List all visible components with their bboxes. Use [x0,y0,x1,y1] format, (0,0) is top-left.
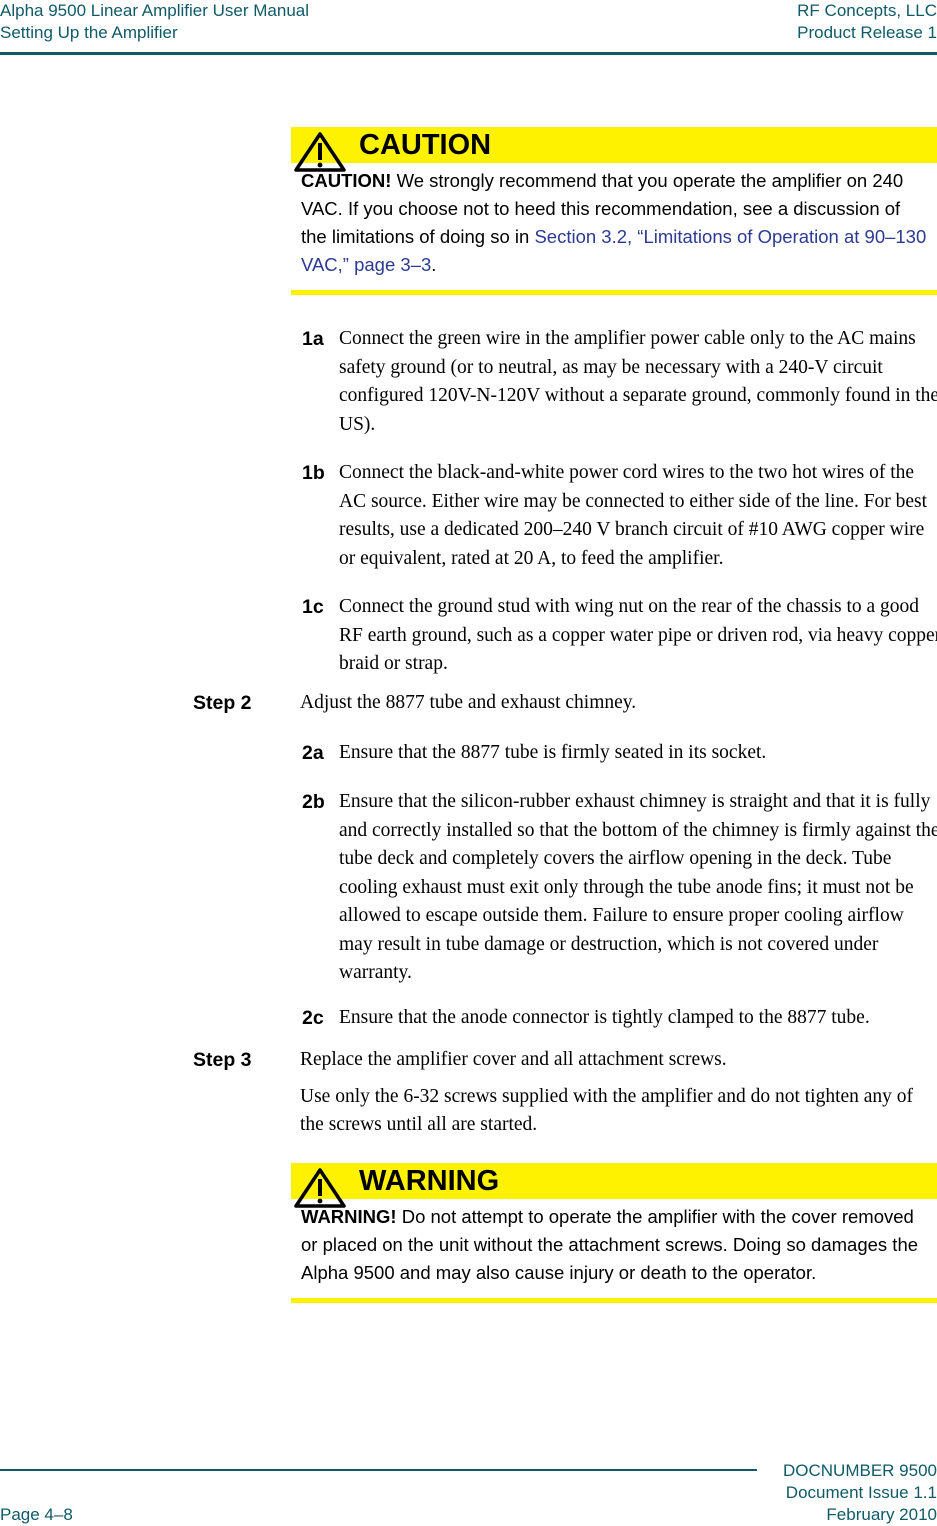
caution-lead: CAUTION! [301,170,392,191]
substep-number: 1a [302,328,324,350]
substep-text: Connect the green wire in the amplifier … [339,328,937,435]
doc-number: DOCNUMBER 9500 [783,1461,937,1480]
substep-text: Connect the ground stud with wing nut on… [339,596,937,674]
substep-1c: 1c Connect the ground stud with wing nut… [302,593,937,679]
substep-text: Connect the black-and-white power cord w… [339,462,928,569]
warning-title: WARNING [359,1165,500,1197]
substep-number: 2a [302,742,324,764]
substep-text: Ensure that the 8877 tube is firmly seat… [339,742,767,763]
caution-title: CAUTION [359,129,492,161]
footer-divider [0,1469,757,1471]
substep-number: 1b [302,462,325,484]
step-3: Step 3 Replace the amplifier cover and a… [193,1046,937,1148]
caution-bottom-rule [291,290,937,295]
warning-triangle-icon [294,1168,346,1208]
running-header-right: RF Concepts, LLC Product Release 1 [797,0,937,44]
caution-notice: CAUTION CAUTION! We strongly recommend t… [291,127,937,295]
substep-number: 2c [302,1007,324,1029]
warning-banner: WARNING [291,1163,937,1208]
step-label: Step 2 [193,692,252,714]
substep-1a: 1a Connect the green wire in the amplifi… [302,325,937,439]
caution-text: CAUTION! We strongly recommend that you … [301,170,927,275]
substep-2c: 2c Ensure that the anode connector is ti… [302,1004,937,1033]
substep-1b: 1b Connect the black-and-white power cor… [302,459,937,573]
substep-number: 1c [302,596,324,618]
footer-right: DOCNUMBER 9500 Document Issue 1.1 Februa… [783,1460,937,1526]
caution-banner: CAUTION [291,127,937,172]
manual-title: Alpha 9500 Linear Amplifier User Manual [0,1,310,20]
substep-text: Ensure that the anode connector is tight… [339,1007,870,1028]
page-number: Page 4–8 [0,1505,73,1524]
warning-bottom-rule [291,1298,937,1303]
substep-number: 2b [302,791,325,813]
step-text: Adjust the 8877 tube and exhaust chimney… [300,692,637,713]
product-release: Product Release 1 [797,23,937,42]
warning-triangle-icon [294,132,346,172]
step-text: Replace the amplifier cover and all atta… [300,1049,727,1070]
header-divider [0,52,937,55]
step-2: Step 2 Adjust the 8877 tube and exhaust … [193,689,937,718]
substep-2b: 2b Ensure that the silicon-rubber exhaus… [302,788,937,988]
warning-lead: WARNING! [301,1206,397,1227]
doc-issue: Document Issue 1.1 [785,1483,937,1502]
substep-2a: 2a Ensure that the 8877 tube is firmly s… [302,739,937,768]
step-note: Use only the 6-32 screws supplied with t… [300,1085,914,1136]
company-name: RF Concepts, LLC [797,1,937,20]
running-header-left: Alpha 9500 Linear Amplifier User Manual … [0,0,309,44]
warning-text: WARNING! Do not attempt to operate the a… [301,1206,919,1283]
warning-notice: WARNING WARNING! Do not attempt to opera… [291,1163,937,1303]
chapter-title: Setting Up the Amplifier [0,23,178,42]
step-label: Step 3 [193,1049,252,1071]
doc-date: February 2010 [826,1505,937,1524]
substep-text: Ensure that the silicon-rubber exhaust c… [339,791,937,983]
